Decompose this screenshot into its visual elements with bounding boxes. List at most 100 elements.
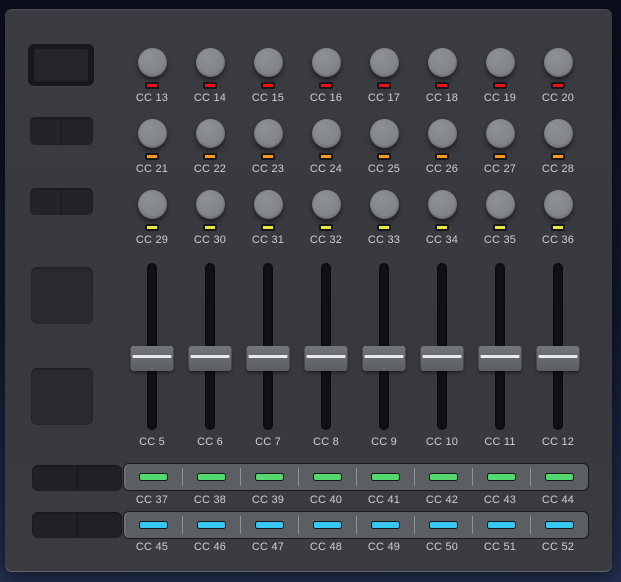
- fader-row: CC 5 CC 6 CC 7 CC 8 CC 9 CC 10 CC 11 CC …: [123, 263, 587, 453]
- rotary-knob[interactable]: [485, 119, 515, 148]
- fader-cap[interactable]: [420, 346, 464, 371]
- cc-label: CC 8: [313, 436, 339, 448]
- fader-cap-stripe: [422, 355, 462, 358]
- strip-button[interactable]: [355, 512, 414, 538]
- rotary-knob[interactable]: [311, 48, 341, 77]
- fader-cap[interactable]: [188, 346, 232, 371]
- rotary-knob[interactable]: [543, 48, 573, 77]
- cc-label: CC 12: [541, 436, 575, 448]
- rotary-knob[interactable]: [427, 48, 457, 77]
- side-button[interactable]: [76, 465, 123, 491]
- fader-track[interactable]: [130, 263, 174, 430]
- fader-track[interactable]: [188, 263, 232, 430]
- knob-cell: CC 33: [355, 190, 413, 247]
- cc-label: CC 32: [309, 234, 343, 246]
- rotary-knob[interactable]: [369, 119, 399, 148]
- label-cell: CC 44: [529, 494, 587, 507]
- strip-button[interactable]: [239, 512, 298, 538]
- rotary-knob[interactable]: [195, 119, 225, 148]
- knob-cell: CC 29: [123, 190, 181, 247]
- strip-button[interactable]: [471, 464, 530, 490]
- green-led-indicator: [486, 473, 516, 481]
- rotary-knob[interactable]: [253, 119, 283, 148]
- pad-button-1[interactable]: [31, 267, 93, 324]
- fader-cell: CC 12: [529, 263, 587, 453]
- button-strip-2-labels: CC 45 CC 46 CC 47 CC 48 CC 49 CC 50 CC 5…: [123, 541, 587, 554]
- strip-button[interactable]: [124, 512, 182, 538]
- label-cell: CC 49: [355, 541, 413, 554]
- side-button[interactable]: [32, 512, 77, 538]
- strip-button[interactable]: [413, 464, 472, 490]
- strip-button[interactable]: [413, 512, 472, 538]
- side-button-row-2[interactable]: [32, 512, 122, 538]
- strip-button[interactable]: [297, 512, 356, 538]
- knob-cell: CC 16: [297, 48, 355, 105]
- rotary-knob[interactable]: [427, 119, 457, 148]
- knob-cell: CC 35: [471, 190, 529, 247]
- side-button-row-1[interactable]: [32, 465, 122, 491]
- orange-led-indicator: [261, 153, 275, 160]
- rotary-knob[interactable]: [369, 48, 399, 77]
- strip-button[interactable]: [124, 464, 182, 490]
- rotary-knob[interactable]: [253, 48, 283, 77]
- fader-track[interactable]: [362, 263, 406, 430]
- transport-button[interactable]: [30, 117, 61, 145]
- pad-button-2[interactable]: [31, 368, 93, 425]
- rotary-knob[interactable]: [311, 119, 341, 148]
- rotary-knob[interactable]: [137, 119, 167, 148]
- rotary-knob[interactable]: [543, 190, 573, 219]
- rotary-knob[interactable]: [485, 190, 515, 219]
- button-strip-1: [123, 463, 589, 491]
- rotary-knob[interactable]: [195, 48, 225, 77]
- green-led-indicator: [196, 473, 226, 481]
- strip-button[interactable]: [529, 512, 588, 538]
- transport-button-pair-1[interactable]: [30, 117, 93, 145]
- cc-label: CC 30: [193, 234, 227, 246]
- rotary-knob[interactable]: [485, 48, 515, 77]
- orange-led-indicator: [493, 153, 507, 160]
- fader-track[interactable]: [246, 263, 290, 430]
- fader-cap[interactable]: [246, 346, 290, 371]
- fader-track[interactable]: [536, 263, 580, 430]
- cc-label: CC 28: [541, 163, 575, 175]
- rotary-knob[interactable]: [137, 48, 167, 77]
- transport-button[interactable]: [61, 188, 93, 215]
- side-button[interactable]: [32, 465, 77, 491]
- fader-track[interactable]: [304, 263, 348, 430]
- lcd-display: [28, 44, 94, 86]
- strip-button[interactable]: [471, 512, 530, 538]
- strip-button[interactable]: [529, 464, 588, 490]
- fader-track[interactable]: [420, 263, 464, 430]
- transport-button[interactable]: [30, 188, 61, 215]
- yellow-led-indicator: [145, 224, 159, 231]
- fader-cell: CC 9: [355, 263, 413, 453]
- rotary-knob[interactable]: [543, 119, 573, 148]
- fader-track[interactable]: [478, 263, 522, 430]
- cyan-led-indicator: [312, 521, 342, 529]
- side-button[interactable]: [76, 512, 123, 538]
- strip-button[interactable]: [297, 464, 356, 490]
- fader-cap[interactable]: [130, 346, 174, 371]
- cc-label: CC 14: [193, 92, 227, 104]
- rotary-knob[interactable]: [369, 190, 399, 219]
- rotary-knob[interactable]: [427, 190, 457, 219]
- fader-cap[interactable]: [304, 346, 348, 371]
- strip-button[interactable]: [181, 512, 240, 538]
- transport-button-pair-2[interactable]: [30, 188, 93, 215]
- strip-button[interactable]: [181, 464, 240, 490]
- knob-cell: CC 22: [181, 119, 239, 176]
- strip-button[interactable]: [355, 464, 414, 490]
- rotary-knob[interactable]: [137, 190, 167, 219]
- cc-label: CC 35: [483, 234, 517, 246]
- rotary-knob[interactable]: [311, 190, 341, 219]
- label-cell: CC 51: [471, 541, 529, 554]
- cc-label: CC 22: [193, 163, 227, 175]
- fader-cap[interactable]: [478, 346, 522, 371]
- fader-cap-stripe: [480, 355, 520, 358]
- fader-cap[interactable]: [362, 346, 406, 371]
- rotary-knob[interactable]: [253, 190, 283, 219]
- rotary-knob[interactable]: [195, 190, 225, 219]
- transport-button[interactable]: [61, 117, 93, 145]
- fader-cap[interactable]: [536, 346, 580, 371]
- strip-button[interactable]: [239, 464, 298, 490]
